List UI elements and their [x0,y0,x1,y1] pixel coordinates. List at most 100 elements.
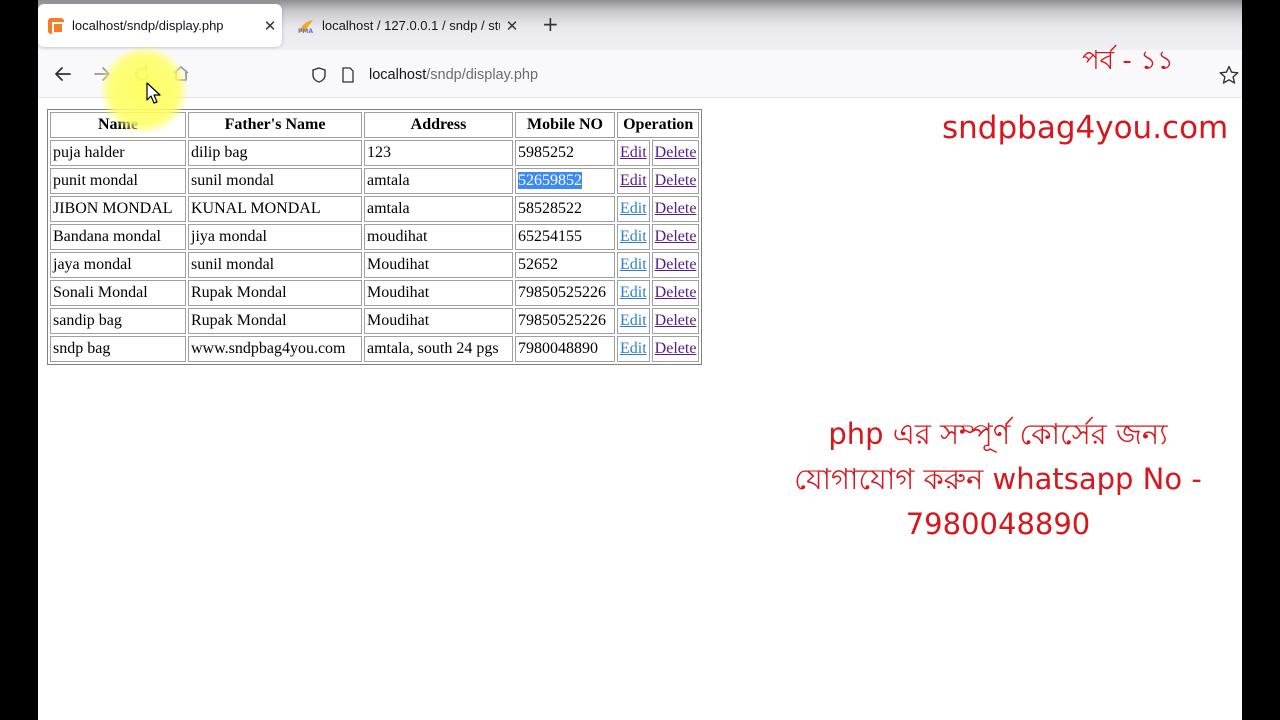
address-bar[interactable]: localhost/sndp/display.php [310,58,1210,92]
edit-link[interactable]: Edit [620,228,647,245]
promo-line: যোগাযোগ করুন whatsapp No - [794,462,1202,496]
records-table: Name Father's Name Address Mobile NO Ope… [47,109,703,365]
cell-mobile: 52652 [515,252,615,278]
cell-mobile: 79850525226 [515,280,615,306]
delete-link[interactable]: Delete [655,228,697,245]
url-path: /sndp/display.php [426,67,539,83]
selected-mobile-text[interactable]: 52659852 [518,172,582,189]
cell-mobile: 79850525226 [515,308,615,334]
cell-father: Rupak Mondal [188,308,362,334]
cell-father: KUNAL MONDAL [188,196,362,222]
cell-address: amtala [364,168,513,194]
edit-cell: Edit [617,196,650,222]
tab-strip: localhost/sndp/display.php ✕ PMA localho… [38,0,1242,50]
tab-phpmyadmin[interactable]: PMA localhost / 127.0.0.1 / sndp / stu ✕ [288,4,524,47]
cell-address: Moudihat [364,308,513,334]
cell-address: moudihat [364,224,513,250]
delete-cell: Delete [651,168,700,194]
edit-cell: Edit [617,252,650,278]
promo-line: php এর সম্পূর্ণ কোর্সের জন্য [828,417,1168,451]
tab-display-php[interactable]: localhost/sndp/display.php ✕ [38,4,282,47]
edit-cell: Edit [617,336,650,362]
cell-name: jaya mondal [50,252,186,278]
edit-link[interactable]: Edit [620,200,647,217]
page-icon[interactable] [340,66,356,84]
edit-link[interactable]: Edit [620,284,647,301]
delete-cell: Delete [651,336,700,362]
cell-name: Sonali Mondal [50,280,186,306]
edit-link[interactable]: Edit [620,340,647,357]
header-operation: Operation [617,112,700,138]
cell-mobile: 52659852 [515,168,615,194]
table-row: JIBON MONDAL KUNAL MONDAL amtala 5852852… [50,196,700,222]
cell-address: 123 [364,140,513,166]
close-icon[interactable]: ✕ [258,17,282,35]
cell-name: Bandana mondal [50,224,186,250]
delete-link[interactable]: Delete [655,200,697,217]
delete-cell: Delete [651,280,700,306]
tab-title: localhost / 127.0.0.1 / sndp / stu [322,18,500,33]
table-row: punit mondal sunil mondal amtala 5265985… [50,168,700,194]
promo-line: 7980048890 [905,507,1091,541]
cell-name: sandip bag [50,308,186,334]
xampp-icon [48,17,64,34]
cell-mobile: 65254155 [515,224,615,250]
edit-cell: Edit [617,308,650,334]
new-tab-plus-icon[interactable]: + [542,14,559,34]
bookmark-star-icon[interactable] [1218,64,1240,86]
delete-cell: Delete [651,252,700,278]
svg-text:PMA: PMA [298,28,313,34]
delete-link[interactable]: Delete [655,312,697,329]
cell-name: JIBON MONDAL [50,196,186,222]
url-host: localhost [369,67,427,83]
header-fathers-name: Father's Name [188,112,362,138]
cell-father: dilip bag [188,140,362,166]
delete-cell: Delete [651,196,700,222]
cell-name: sndp bag [50,336,186,362]
mouse-pointer-icon [146,82,161,104]
tab-title: localhost/sndp/display.php [72,18,224,33]
edit-cell: Edit [617,280,650,306]
cell-father: Rupak Mondal [188,280,362,306]
delete-link[interactable]: Delete [655,284,697,301]
cell-name: puja halder [50,140,186,166]
cell-mobile: 5985252 [515,140,615,166]
cell-father: sunil mondal [188,252,362,278]
table-row: puja halder dilip bag 123 5985252 Edit D… [50,140,700,166]
cell-name: punit mondal [50,168,186,194]
header-mobile: Mobile NO [515,112,615,138]
delete-cell: Delete [651,308,700,334]
table-row: sandip bag Rupak Mondal Moudihat 7985052… [50,308,700,334]
cell-address: Moudihat [364,252,513,278]
back-arrow-icon[interactable] [51,62,75,86]
table-row: Bandana mondal jiya mondal moudihat 6525… [50,224,700,250]
delete-link[interactable]: Delete [655,172,697,189]
edit-link[interactable]: Edit [620,312,647,329]
cell-father: jiya mondal [188,224,362,250]
course-promo: php এর সম্পূর্ণ কোর্সের জন্য যোগাযোগ করু… [768,412,1228,547]
edit-cell: Edit [617,224,650,250]
edit-link[interactable]: Edit [620,172,647,189]
table-row: Sonali Mondal Rupak Mondal Moudihat 7985… [50,280,700,306]
cell-father: www.sndpbag4you.com [188,336,362,362]
navigation-toolbar: localhost/sndp/display.php [38,50,1242,98]
edit-cell: Edit [617,168,650,194]
episode-label: পর্ব - ১১ [1082,46,1174,76]
cell-address: Moudihat [364,280,513,306]
header-address: Address [364,112,513,138]
close-icon[interactable]: ✕ [500,17,524,35]
edit-link[interactable]: Edit [620,144,647,161]
delete-cell: Delete [651,224,700,250]
table-row: sndp bag www.sndpbag4you.com amtala, sou… [50,336,700,362]
delete-link[interactable]: Delete [655,256,697,273]
table-row: jaya mondal sunil mondal Moudihat 52652 … [50,252,700,278]
delete-cell: Delete [651,140,700,166]
cell-address: amtala [364,196,513,222]
edit-link[interactable]: Edit [620,256,647,273]
delete-link[interactable]: Delete [655,340,697,357]
cell-mobile: 7980048890 [515,336,615,362]
cell-father: sunil mondal [188,168,362,194]
cell-address: amtala, south 24 pgs [364,336,513,362]
delete-link[interactable]: Delete [655,144,697,161]
shield-icon[interactable] [310,66,328,84]
